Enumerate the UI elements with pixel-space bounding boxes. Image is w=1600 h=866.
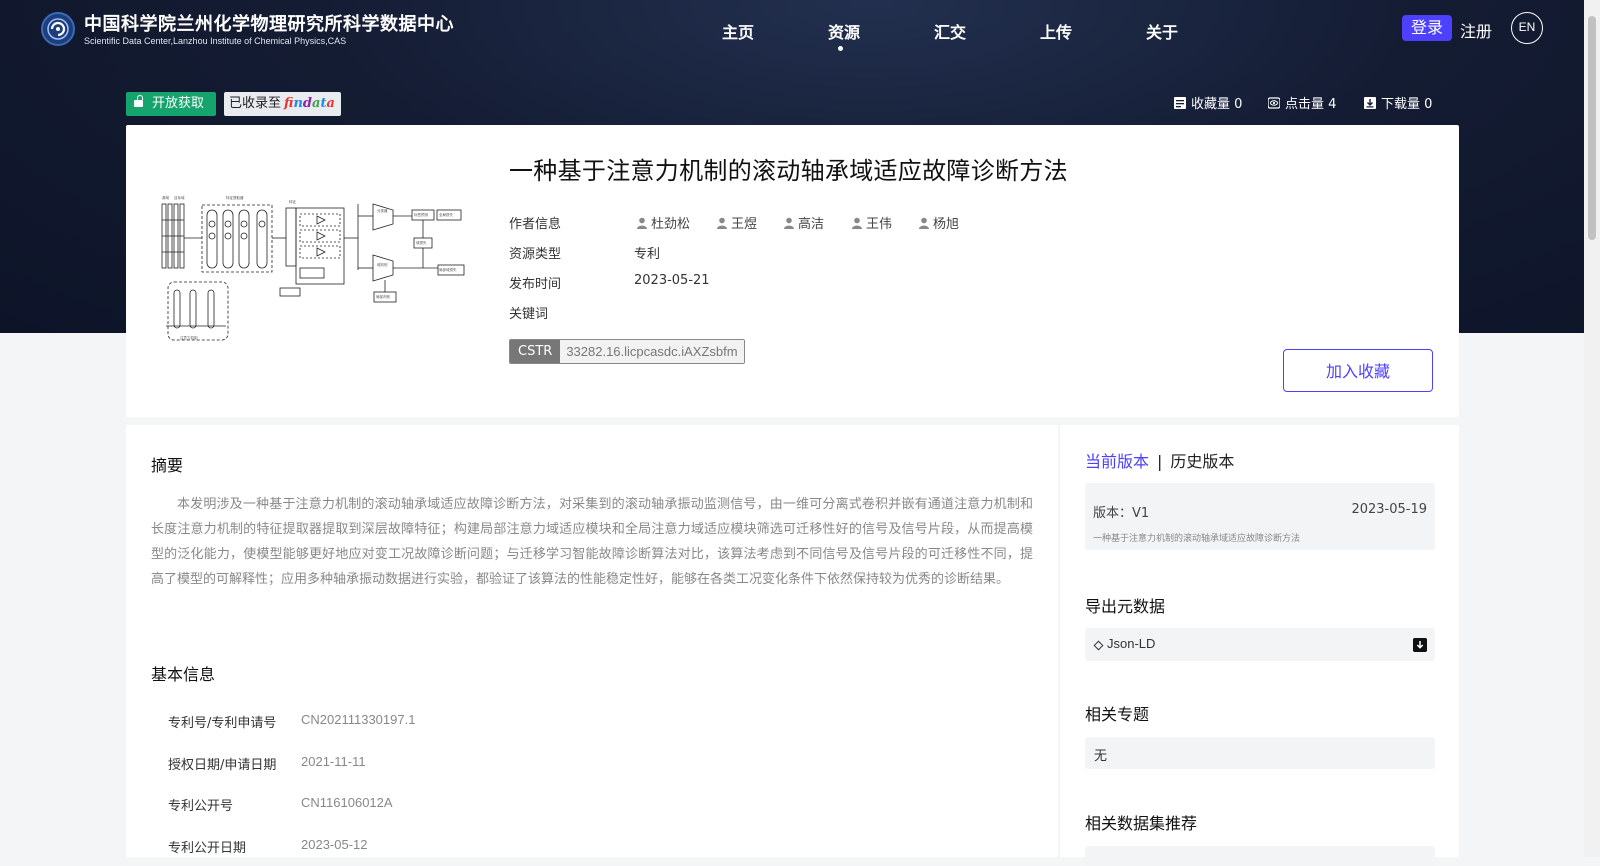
author-name: 杜劲松 (651, 217, 691, 232)
person-icon (784, 217, 794, 229)
open-access-label: 开放获取 (152, 96, 205, 111)
add-favorite-button[interactable]: 加入收藏 (1283, 349, 1433, 392)
cstr-value: 33282.16.licpcasdc.iAXZsbfm (560, 340, 744, 363)
findata-badge[interactable]: 已收录至findata (224, 92, 341, 116)
org-name-cn[interactable]: 中国科学院兰州化学物理研究所科学数据中心 (84, 10, 454, 36)
login-button[interactable]: 登录 (1402, 15, 1452, 41)
downloads-count-text: 下载量 0 (1381, 97, 1433, 112)
favorites-count-text: 收藏量 0 (1191, 97, 1243, 112)
info-label: 专利公开号 (168, 799, 234, 814)
published-value: 2023-05-21 (634, 273, 710, 288)
svg-text:目标域: 目标域 (174, 195, 185, 200)
findata-logo: findata (284, 96, 335, 111)
topics-value: 无 (1094, 749, 1108, 764)
type-value: 专利 (634, 247, 661, 262)
version-name: 一种基于注意力机制的滚动轴承域适应故障诊断方法 (1093, 534, 1301, 544)
svg-text:特征: 特征 (289, 199, 297, 204)
info-value: 2021-11-11 (301, 754, 366, 769)
info-value: CN116106012A (301, 795, 393, 810)
version-tabs: 当前版本 | 历史版本 (1085, 448, 1234, 472)
recommend-heading: 相关数据集推荐 (1085, 814, 1198, 833)
export-format-select[interactable]: Json-LD (1085, 628, 1435, 661)
author-name: 杨旭 (933, 217, 960, 232)
version-date: 2023-05-19 (1351, 502, 1427, 517)
svg-text:源域: 源域 (162, 195, 169, 200)
abstract-text: 本发明涉及一种基于注意力机制的滚动轴承域适应故障诊断方法，对采集到的滚动轴承振动… (151, 497, 1033, 587)
nav-upload[interactable]: 上传 (1040, 19, 1072, 43)
register-link[interactable]: 注册 (1460, 18, 1492, 42)
patent-diagram-image: 源域 目标域 特征提取器特征 分类器域判别 标签预测 全局损失 域损失局部域损失局部判别… (161, 195, 465, 341)
version-card[interactable]: 版本：V1 2023-05-19 一种基于注意力机制的滚动轴承域适应故障诊断方法 (1085, 483, 1435, 550)
downloads-count: 下载量 0 (1364, 93, 1432, 112)
author-name: 高洁 (798, 217, 825, 232)
info-value: 2023-05-12 (301, 837, 368, 852)
resource-title: 一种基于注意力机制的滚动轴承域适应故障诊断方法 (509, 157, 1068, 185)
tab-current-version[interactable]: 当前版本 (1085, 452, 1149, 471)
author-5[interactable]: 杨旭 (918, 213, 959, 232)
author-1[interactable]: 杜劲松 (636, 213, 690, 232)
cstr-label: CSTR (510, 340, 561, 363)
type-label: 资源类型 (509, 247, 562, 262)
abstract-heading: 摘要 (151, 456, 184, 475)
org-name-en[interactable]: Scientific Data Center,Lanzhou Institute… (84, 36, 346, 46)
person-icon (852, 217, 862, 229)
info-label: 专利公开日期 (168, 841, 247, 856)
svg-text:域损失: 域损失 (416, 240, 427, 245)
clicks-count: 点击量 4 (1268, 93, 1336, 112)
nav-submit[interactable]: 汇交 (934, 19, 966, 43)
info-value: CN202111330197.1 (301, 712, 416, 727)
top-navbar: 中国科学院兰州化学物理研究所科学数据中心 Scientific Data Cen… (0, 0, 1584, 58)
detail-panel (126, 425, 1058, 857)
language-toggle[interactable]: EN (1511, 12, 1543, 44)
topics-box: 无 (1085, 737, 1435, 769)
svg-text:局部判别: 局部判别 (376, 294, 390, 299)
page-scrollbar[interactable] (1584, 0, 1600, 857)
basic-info-heading: 基本信息 (151, 665, 216, 684)
svg-text:全局损失: 全局损失 (439, 212, 453, 217)
info-label: 授权日期/申请日期 (168, 758, 277, 773)
svg-text:注意力机制: 注意力机制 (180, 335, 198, 340)
published-label: 发布时间 (509, 277, 562, 292)
export-heading: 导出元数据 (1085, 597, 1166, 616)
institute-logo[interactable] (41, 12, 75, 46)
nav-active-indicator (838, 46, 843, 51)
unlock-icon (134, 95, 143, 107)
author-name: 王伟 (866, 217, 893, 232)
nav-about[interactable]: 关于 (1146, 19, 1178, 43)
export-format-value: Json-LD (1107, 636, 1156, 651)
version-label: 版本：V1 (1093, 506, 1150, 521)
person-icon (637, 217, 647, 229)
eye-icon (1268, 96, 1280, 109)
download-icon[interactable] (1413, 638, 1427, 652)
svg-text:标签预测: 标签预测 (414, 212, 428, 217)
diamond-icon (1093, 640, 1104, 651)
collected-prefix: 已收录至 (229, 96, 282, 111)
authors-label: 作者信息 (509, 217, 562, 232)
cstr-identifier[interactable]: CSTR 33282.16.licpcasdc.iAXZsbfm (509, 339, 745, 364)
tab-history-version[interactable]: 历史版本 (1170, 452, 1234, 471)
bookmark-list-icon (1174, 96, 1186, 109)
person-icon (919, 217, 929, 229)
author-name: 王煜 (731, 217, 758, 232)
tab-separator: | (1157, 452, 1163, 471)
svg-text:特征提取器: 特征提取器 (226, 195, 244, 200)
clicks-count-text: 点击量 4 (1285, 97, 1337, 112)
favorites-count: 收藏量 0 (1174, 93, 1242, 112)
nav-resources[interactable]: 资源 (828, 19, 860, 43)
nav-home[interactable]: 主页 (722, 19, 754, 43)
author-2[interactable]: 王煜 (716, 213, 757, 232)
svg-text:分类器: 分类器 (377, 208, 388, 213)
keywords-label: 关键词 (509, 307, 549, 322)
open-access-badge: 开放获取 (126, 92, 216, 116)
download-icon (1364, 96, 1376, 109)
scrollbar-thumb[interactable] (1588, 16, 1596, 240)
info-label: 专利号/专利申请号 (168, 716, 277, 731)
author-4[interactable]: 王伟 (851, 213, 892, 232)
recommend-list (1085, 846, 1435, 866)
svg-text:局部域损失: 局部域损失 (439, 267, 457, 272)
topics-heading: 相关专题 (1085, 705, 1150, 724)
svg-text:域判别: 域判别 (377, 262, 388, 267)
author-3[interactable]: 高洁 (783, 213, 824, 232)
person-icon (717, 217, 727, 229)
